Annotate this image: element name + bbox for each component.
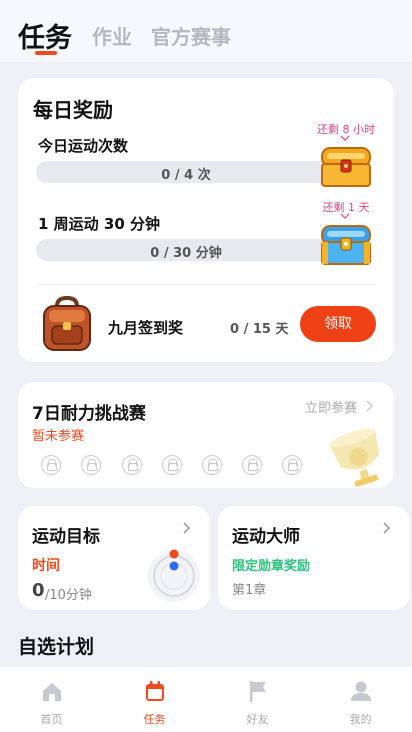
chevron-down-icon [340,135,350,141]
tab-tasks[interactable]: 任务 [18,16,72,55]
sport-master-card[interactable]: 运动大师 限定勋章奖励 第1章 [218,506,410,610]
nav-label-tasks: 任务 [143,713,166,726]
person-icon [351,681,371,701]
chevron-right-icon [366,400,374,412]
chevron-right-icon [183,522,191,534]
progress-text-weekly: 0 / 30 分钟 [150,246,222,261]
day-lock-icon [81,455,101,475]
join-link[interactable]: 立即参赛 [305,397,357,416]
nav-me[interactable]: 我的 [309,667,412,732]
day-lock-icon [202,455,222,475]
goal-ring-icon [148,549,200,602]
trophy-icon [329,428,379,487]
sport-master-title: 运动大师 [232,527,300,547]
checkin-progress: 0 / 15 天 [230,322,289,337]
tab-active-indicator [35,51,57,55]
home-icon [43,683,61,701]
task-label-weekly-minutes: 1 周运动 30 分钟 [38,215,160,233]
sport-goal-value: 0 [32,580,45,601]
nav-label-me: 我的 [349,713,372,726]
sport-goal-sub: 时间 [32,558,60,574]
flag-icon [250,681,266,702]
backpack-icon [43,296,91,351]
progress-bar-weekly: 0 / 30 分钟 [36,239,336,261]
custom-plans-title: 自选计划 [18,636,95,658]
calendar-icon [146,681,164,701]
challenge-title: 7日耐力挑战赛 [32,404,146,424]
gold-chest-icon[interactable] [319,144,373,188]
challenge-card[interactable]: 7日耐力挑战赛 暂未参赛 立即参赛 [18,382,394,488]
divider [36,284,376,285]
nav-label-home: 首页 [40,713,63,726]
sport-goal-unit: /10分钟 [45,588,92,603]
nav-label-friends: 好友 [246,713,269,726]
sport-master-sub: 限定勋章奖励 [232,559,311,574]
day-lock-icon [122,455,142,475]
nav-home[interactable]: 首页 [0,667,103,732]
day-lock-icon [162,455,182,475]
sport-goal-card[interactable]: 运动目标 时间 0 /10分钟 [18,506,210,610]
daily-rewards-card: 每日奖励 今日运动次数 0 / 4 次 还剩 8 小时 1 周运动 30 分钟 … [18,78,394,362]
chevron-down-icon [340,213,350,219]
nav-friends[interactable]: 好友 [206,667,309,732]
sport-master-chapter: 第1章 [232,583,267,598]
sport-goal-title: 运动目标 [32,527,100,547]
daily-rewards-title: 每日奖励 [33,98,113,122]
progress-bar-sessions: 0 / 4 次 [36,161,336,183]
bottom-nav: 首页 任务 好友 我的 [0,666,412,732]
task-label-sessions: 今日运动次数 [38,137,129,155]
tab-homework[interactable]: 作业 [92,21,132,50]
challenge-status: 暂未参赛 [32,429,85,444]
day-lock-icon [242,455,262,475]
claim-button[interactable]: 领取 [300,306,376,342]
nav-tasks[interactable]: 任务 [103,667,206,732]
checkin-label: 九月签到奖 [108,319,184,337]
day-lock-icon [41,455,61,475]
tab-official-events[interactable]: 官方赛事 [151,21,231,50]
chevron-right-icon [383,522,391,534]
progress-text-sessions: 0 / 4 次 [161,168,211,183]
blue-chest-icon[interactable] [319,222,373,266]
top-tab-bar: 任务 作业 官方赛事 [0,0,412,62]
day-lock-icon [282,455,302,475]
